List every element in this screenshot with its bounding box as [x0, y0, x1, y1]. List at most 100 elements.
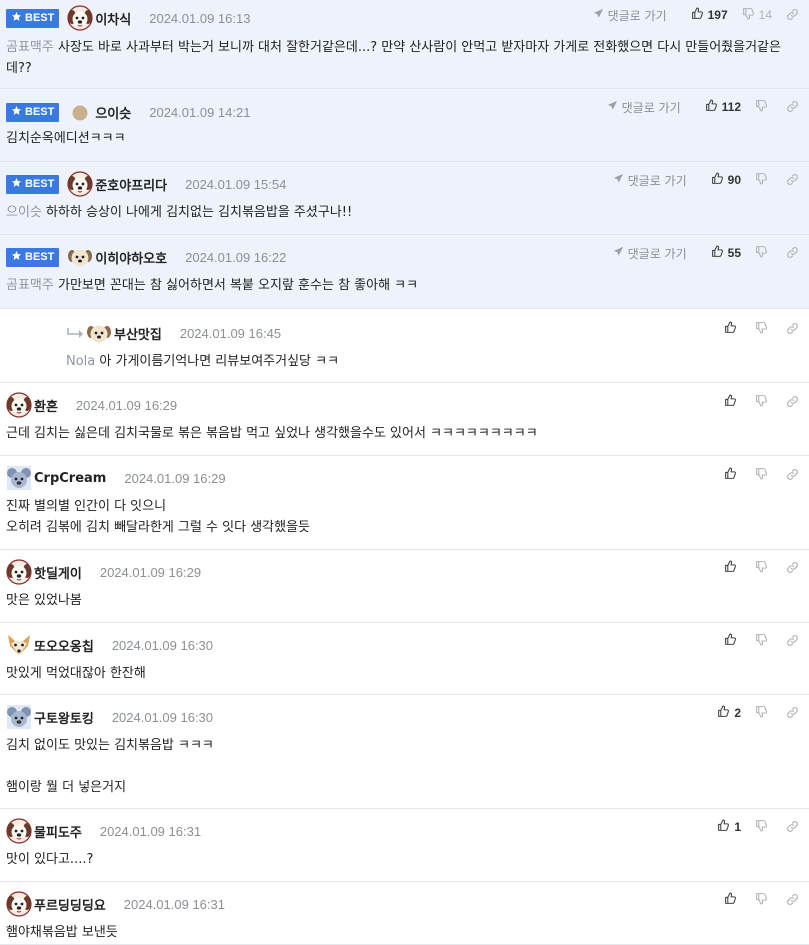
- dislike-button[interactable]: [755, 465, 772, 485]
- best-badge: BEST: [6, 174, 60, 194]
- avatar[interactable]: [6, 704, 32, 730]
- author-name[interactable]: CrpCream: [34, 471, 106, 486]
- author-name[interactable]: 푸르딩딩딩요: [34, 895, 106, 914]
- dislike-button[interactable]: [755, 243, 772, 263]
- dislike-button[interactable]: [755, 817, 772, 837]
- comment: 구토왕토킹 2024.01.09 16:30 2 김치 없이도 맛있는 김치볶음밥 ㅋ…: [0, 695, 809, 809]
- comment-line: 햄이랑 뭘 더 넣은거지: [6, 777, 795, 798]
- dislike-button[interactable]: [755, 392, 772, 412]
- go-to-reply-label: 댓글로 가기: [607, 8, 667, 23]
- dislike-button[interactable]: [755, 890, 772, 910]
- star-icon: [11, 105, 22, 119]
- copy-link-button[interactable]: [786, 5, 799, 25]
- copy-link-button[interactable]: [786, 392, 799, 412]
- author-name[interactable]: 물피도주: [34, 822, 82, 841]
- dislike-button[interactable]: [755, 703, 772, 723]
- avatar[interactable]: [6, 392, 32, 418]
- best-badge-label: BEST: [25, 106, 55, 118]
- avatar[interactable]: [6, 891, 32, 917]
- avatar[interactable]: [6, 559, 32, 585]
- comment-line: [6, 756, 795, 777]
- avatar[interactable]: [67, 171, 93, 197]
- go-to-reply-label: 댓글로 가기: [621, 100, 681, 115]
- author-name[interactable]: 환혼: [34, 396, 58, 415]
- copy-link-button[interactable]: [786, 631, 799, 651]
- avatar[interactable]: [67, 244, 93, 270]
- comment-actions: 댓글로 가기 55: [613, 243, 799, 263]
- mention-tag[interactable]: 곰표맥주: [6, 278, 54, 293]
- mention-tag[interactable]: Nola: [66, 354, 95, 369]
- go-to-reply-button[interactable]: 댓글로 가기: [593, 5, 667, 25]
- reply-arrow-icon: [66, 326, 84, 340]
- comment-text: 진짜 별의별 인간이 다 잇으니: [6, 499, 167, 514]
- copy-link-button[interactable]: [786, 319, 799, 339]
- avatar[interactable]: [6, 632, 32, 658]
- like-button[interactable]: 90: [711, 170, 741, 190]
- like-button[interactable]: [724, 890, 741, 910]
- comment-text: 맛있게 먹었대잖아 한잔해: [6, 666, 146, 681]
- link-icon: [786, 466, 799, 485]
- mention-tag[interactable]: 곰표맥주: [6, 40, 54, 55]
- avatar[interactable]: [67, 5, 93, 31]
- like-button[interactable]: [724, 631, 741, 651]
- like-button[interactable]: 2: [717, 703, 741, 723]
- author-name[interactable]: 부산맛집: [114, 324, 162, 343]
- author-name[interactable]: 준호야프리다: [95, 175, 167, 194]
- avatar[interactable]: [67, 99, 93, 125]
- author-name[interactable]: 이차식: [95, 9, 131, 28]
- dislike-button[interactable]: [755, 631, 772, 651]
- thumbs-down-icon: [742, 7, 755, 23]
- best-badge-label: BEST: [25, 12, 55, 24]
- copy-link-button[interactable]: [786, 558, 799, 578]
- author-name[interactable]: 구토왕토킹: [34, 708, 94, 727]
- like-button[interactable]: 112: [705, 97, 741, 117]
- best-badge: BEST: [6, 8, 60, 28]
- author-name[interactable]: 핫딜게이: [34, 563, 82, 582]
- like-count: 55: [727, 246, 741, 260]
- dislike-button[interactable]: 14: [742, 5, 772, 25]
- copy-link-button[interactable]: [786, 97, 799, 117]
- go-to-reply-button[interactable]: 댓글로 가기: [613, 170, 687, 190]
- copy-link-button[interactable]: [786, 890, 799, 910]
- copy-link-button[interactable]: [786, 703, 799, 723]
- copy-link-button[interactable]: [786, 243, 799, 263]
- like-button[interactable]: [724, 392, 741, 412]
- comment-line: 햄야채볶음밥 보낸듯: [6, 922, 795, 943]
- comment-text: 사장도 바로 사과부터 박는거 보니까 대처 잘한거같은데...? 만약 산사람…: [6, 40, 781, 76]
- like-button[interactable]: [724, 465, 741, 485]
- copy-link-button[interactable]: [786, 465, 799, 485]
- author-name[interactable]: 이히야하오호: [95, 248, 167, 267]
- copy-link-button[interactable]: [786, 170, 799, 190]
- dislike-button[interactable]: [755, 97, 772, 117]
- mention-tag[interactable]: 으이슷: [6, 205, 42, 220]
- go-to-reply-label: 댓글로 가기: [627, 173, 687, 188]
- best-comment: BEST 이차식 2024.01.09 16:13 댓글로 가기 197 14 곰표맥주 사…: [0, 0, 809, 89]
- comment-text: 하하하 승상이 나에게 김치없는 김치볶음밥을 주셨구나!!: [46, 205, 353, 220]
- like-button[interactable]: [724, 558, 741, 578]
- dislike-button[interactable]: [755, 319, 772, 339]
- comment-text: 아 가게이름기억나면 리뷰보여주거싶당 ㅋㅋ: [99, 354, 340, 369]
- go-to-reply-button[interactable]: 댓글로 가기: [607, 97, 681, 117]
- like-button[interactable]: [724, 319, 741, 339]
- comment-line: 맛있게 먹었대잖아 한잔해: [6, 663, 795, 684]
- like-button[interactable]: 197: [691, 5, 728, 25]
- author-name[interactable]: 또오오옹칩: [34, 636, 94, 655]
- author-name[interactable]: 으이슷: [95, 103, 131, 122]
- copy-link-button[interactable]: [786, 817, 799, 837]
- best-badge-label: BEST: [25, 251, 55, 263]
- link-icon: [786, 244, 799, 263]
- comment-date: 2024.01.09 16:29: [99, 564, 202, 580]
- dislike-button[interactable]: [755, 558, 772, 578]
- link-icon: [786, 818, 799, 837]
- comment-actions: [724, 890, 799, 910]
- avatar[interactable]: [86, 320, 112, 346]
- avatar[interactable]: [6, 465, 32, 491]
- dislike-button[interactable]: [755, 170, 772, 190]
- like-button[interactable]: 55: [711, 243, 741, 263]
- link-icon: [786, 704, 799, 723]
- comment: 핫딜게이 2024.01.09 16:29 맛은 있었나봄: [0, 550, 809, 623]
- go-to-reply-button[interactable]: 댓글로 가기: [613, 243, 687, 263]
- like-button[interactable]: 1: [717, 817, 741, 837]
- comment-line: 곰표맥주 가만보면 꼰대는 참 싫어하면서 복붙 오지랖 훈수는 참 좋아해 ㅋ…: [6, 275, 795, 296]
- avatar[interactable]: [6, 818, 32, 844]
